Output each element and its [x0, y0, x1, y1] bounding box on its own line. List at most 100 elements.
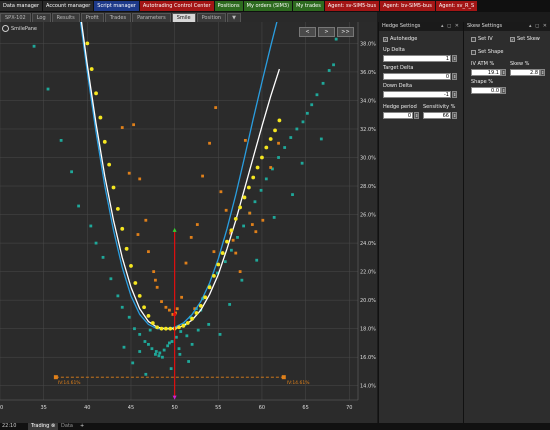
hedge-period-field[interactable]: 0: [383, 112, 413, 119]
y-tick-label: 18.0%: [360, 327, 376, 333]
up-delta-spinner[interactable]: ⇕: [452, 55, 457, 62]
smile-chart-pane[interactable]: IV:14.61% IV:14.61% 30 35 40 45 50 55 60 65 70 14.…: [0, 22, 377, 423]
teal-point: [319, 137, 323, 141]
yellow-dot: [115, 206, 120, 211]
chart-next-button[interactable]: >: [318, 27, 335, 37]
teal-point: [167, 341, 171, 345]
chart-grid: [0, 22, 358, 400]
smile-chart[interactable]: IV:14.61% IV:14.61% 30 35 40 45 50 55 60 65 70 14.…: [0, 22, 377, 423]
yellow-dot: [150, 321, 155, 325]
y-tick-label: 14.0%: [360, 384, 376, 390]
yellow-dot: [164, 326, 168, 331]
yellow-dot: [137, 293, 142, 298]
chart-series: IV:14.61% IV:14.61%: [32, 22, 347, 400]
yellow-dot: [107, 162, 112, 167]
yellow-dot: [207, 285, 212, 290]
shape-label: Shape %: [471, 79, 493, 85]
iv-atm-spinner[interactable]: ⇕: [501, 69, 506, 76]
app-tab-3[interactable]: Autotrading Control Center: [139, 1, 214, 11]
shape-field[interactable]: 0.0: [471, 87, 501, 94]
set-skew-label: Set Skew: [517, 36, 540, 42]
set-skew-checkbox[interactable]: ✓: [510, 36, 515, 42]
chart-nav-controls: < > >>: [299, 27, 354, 37]
panel-window-icons[interactable]: ▴ ◻ ✕: [441, 22, 460, 31]
orange-point: [234, 251, 238, 255]
set-iv-row: Set IV: [471, 36, 493, 42]
teal-point: [150, 347, 154, 351]
down-delta-field[interactable]: -1: [383, 91, 451, 98]
app-tab-5[interactable]: My orders (SIM3): [243, 1, 293, 11]
yellow-dot: [168, 326, 173, 331]
yellow-dot: [203, 295, 208, 300]
app-tab-9[interactable]: Agent: sv_R_S: [435, 1, 478, 11]
x-tick-label: 70: [346, 405, 352, 411]
hedge-period-spinner[interactable]: ⇕: [414, 112, 419, 119]
teal-point: [272, 216, 276, 219]
set-shape-checkbox[interactable]: [471, 49, 476, 55]
teal-point: [127, 315, 131, 319]
skew-panel-title: Skew Settings: [467, 23, 503, 29]
yellow-dot: [94, 91, 98, 96]
teal-point: [169, 367, 173, 371]
iv-line-start-marker: [53, 375, 58, 380]
yellow-dot: [212, 274, 216, 278]
app-tab-6[interactable]: My trades: [293, 1, 324, 11]
down-delta-spinner[interactable]: ⇕: [452, 91, 457, 98]
up-delta-field[interactable]: 1: [383, 55, 451, 62]
sensitivity-spinner[interactable]: ⇕: [452, 112, 457, 119]
skew-spinner[interactable]: ⇕: [540, 69, 545, 76]
app-tab-2[interactable]: Script manager: [94, 1, 139, 11]
teal-point: [207, 323, 211, 326]
teal-point: [315, 93, 319, 97]
target-delta-field[interactable]: 0: [383, 73, 451, 80]
app-tab-0[interactable]: Data manager: [0, 1, 43, 11]
teal-point: [321, 81, 325, 85]
agent-sub-tab-bar: SPX-102 Log Results Profit Trades Parameters S…: [0, 12, 377, 23]
app-tab-bar: Data manager Account manager Script manage…: [0, 0, 550, 12]
yellow-dot: [194, 311, 199, 315]
panel-window-icons[interactable]: ▴ ◻ ✕: [529, 22, 548, 31]
teal-point: [166, 344, 170, 348]
yellow-dot: [264, 145, 269, 150]
set-iv-checkbox[interactable]: [471, 36, 476, 42]
chart-last-button[interactable]: >>: [337, 27, 354, 37]
teal-point: [138, 350, 142, 353]
sensitivity-field[interactable]: 66: [423, 112, 451, 119]
app-tab-1[interactable]: Account manager: [43, 1, 94, 11]
orange-point: [224, 208, 228, 212]
yellow-dot: [255, 165, 260, 170]
teal-point: [131, 361, 135, 365]
teal-point: [228, 303, 232, 306]
teal-point: [327, 69, 331, 72]
teal-point: [122, 345, 126, 349]
iv-atm-field[interactable]: 19.1: [471, 69, 501, 76]
orange-point: [136, 233, 140, 236]
orange-point: [189, 235, 193, 239]
down-delta-label: Down Delta: [383, 83, 413, 89]
yellow-dot: [225, 239, 229, 244]
orange-point: [195, 223, 199, 226]
shape-spinner[interactable]: ⇕: [501, 87, 506, 94]
app-tab-4[interactable]: Positions: [214, 1, 243, 11]
yellow-dot: [120, 226, 125, 231]
yellow-dot: [98, 115, 103, 120]
orange-point: [160, 300, 163, 303]
app-tab-7[interactable]: Agent: sv-SIM5-bus: [324, 1, 380, 11]
teal-point: [178, 352, 182, 356]
workspace-tab-data[interactable]: Data: [58, 423, 76, 430]
yellow-dot: [246, 185, 251, 190]
target-delta-spinner[interactable]: ⇕: [452, 73, 457, 80]
y-tick-label: 36.0%: [360, 70, 376, 76]
app-tab-8[interactable]: Agent: bv-SIM5-bus: [380, 1, 435, 11]
y-tick-label: 30.0%: [360, 156, 376, 162]
red-marker: [173, 312, 177, 316]
autohedge-checkbox[interactable]: ✓: [383, 36, 388, 42]
teal-point: [283, 146, 287, 149]
yellow-dot: [220, 251, 225, 255]
chart-prev-button[interactable]: <: [299, 27, 316, 37]
workspace-tab-trading[interactable]: Trading ⊗: [28, 423, 59, 430]
skew-field[interactable]: 2.8: [510, 69, 540, 76]
yellow-dot: [155, 325, 160, 330]
orange-point: [250, 223, 254, 226]
add-workspace-button[interactable]: +: [80, 423, 84, 430]
